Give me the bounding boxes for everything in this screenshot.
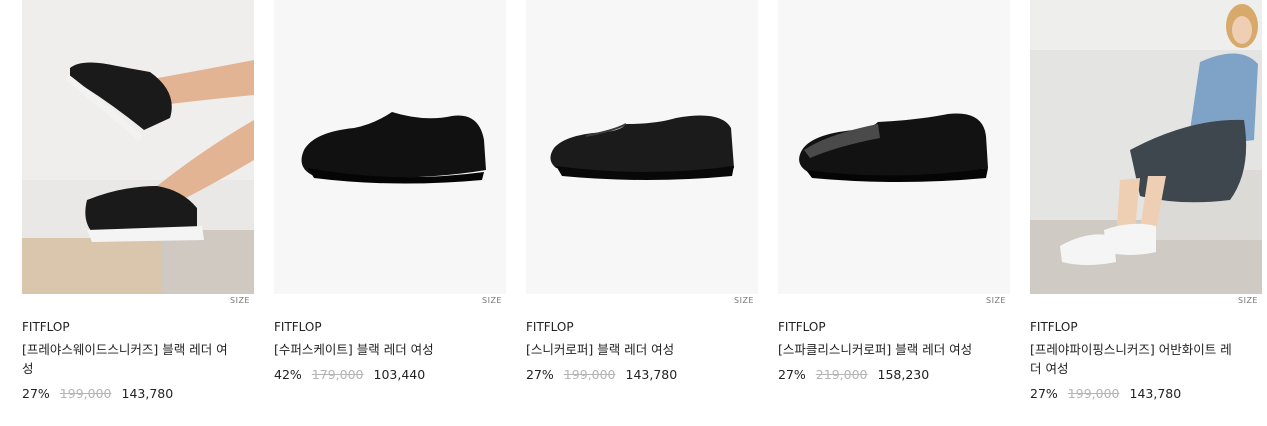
product-card[interactable]: SIZE FITFLOP [스니커로퍼] 블랙 레더 여성 27% 199,00… [526,0,758,401]
sale-price: 158,230 [877,367,930,382]
discount-percent: 27% [778,367,806,382]
original-price: 199,000 [59,386,112,401]
brand-name: FITFLOP [22,320,70,334]
product-name[interactable]: [스파클리스니커로퍼] 블랙 레더 여성 [778,340,988,359]
price-row: 27% 199,000 143,780 [1030,386,1262,401]
brand-name: FITFLOP [274,320,322,334]
sale-price: 143,780 [121,386,174,401]
discount-percent: 42% [274,367,302,382]
brand-name: FITFLOP [1030,320,1078,334]
price-row: 42% 179,000 103,440 [274,367,506,382]
sale-price: 143,780 [625,367,678,382]
product-image[interactable] [274,0,506,294]
size-label[interactable]: SIZE [230,296,250,305]
product-card[interactable]: SIZE FITFLOP [프레야파이핑스니커즈] 어반화이트 레더 여성 27… [1030,0,1262,401]
product-name[interactable]: [스니커로퍼] 블랙 레더 여성 [526,340,736,359]
original-price: 199,000 [1067,386,1120,401]
product-name[interactable]: [수퍼스케이트] 블랙 레더 여성 [274,340,484,359]
discount-percent: 27% [22,386,50,401]
size-label[interactable]: SIZE [1238,296,1258,305]
product-name[interactable]: [프레야파이핑스니커즈] 어반화이트 레더 여성 [1030,340,1240,378]
original-price: 199,000 [563,367,616,382]
product-image[interactable] [526,0,758,294]
price-row: 27% 219,000 158,230 [778,367,1010,382]
size-label[interactable]: SIZE [986,296,1006,305]
product-card[interactable]: SIZE FITFLOP [스파클리스니커로퍼] 블랙 레더 여성 27% 21… [778,0,1010,401]
brand-name: FITFLOP [526,320,574,334]
price-row: 27% 199,000 143,780 [526,367,758,382]
product-card[interactable]: SIZE FITFLOP [수퍼스케이트] 블랙 레더 여성 42% 179,0… [274,0,506,401]
original-price: 179,000 [311,367,364,382]
size-label[interactable]: SIZE [482,296,502,305]
sale-price: 103,440 [373,367,426,382]
product-grid: SIZE FITFLOP [프레야스웨이드스니커즈] 블랙 레더 여성 27% … [22,0,1262,401]
brand-name: FITFLOP [778,320,826,334]
product-name[interactable]: [프레야스웨이드스니커즈] 블랙 레더 여성 [22,340,232,378]
product-card[interactable]: SIZE FITFLOP [프레야스웨이드스니커즈] 블랙 레더 여성 27% … [22,0,254,401]
price-row: 27% 199,000 143,780 [22,386,254,401]
size-label[interactable]: SIZE [734,296,754,305]
product-image[interactable] [778,0,1010,294]
discount-percent: 27% [1030,386,1058,401]
discount-percent: 27% [526,367,554,382]
product-image[interactable] [1030,0,1262,294]
product-image[interactable] [22,0,254,294]
sale-price: 143,780 [1129,386,1182,401]
original-price: 219,000 [815,367,868,382]
